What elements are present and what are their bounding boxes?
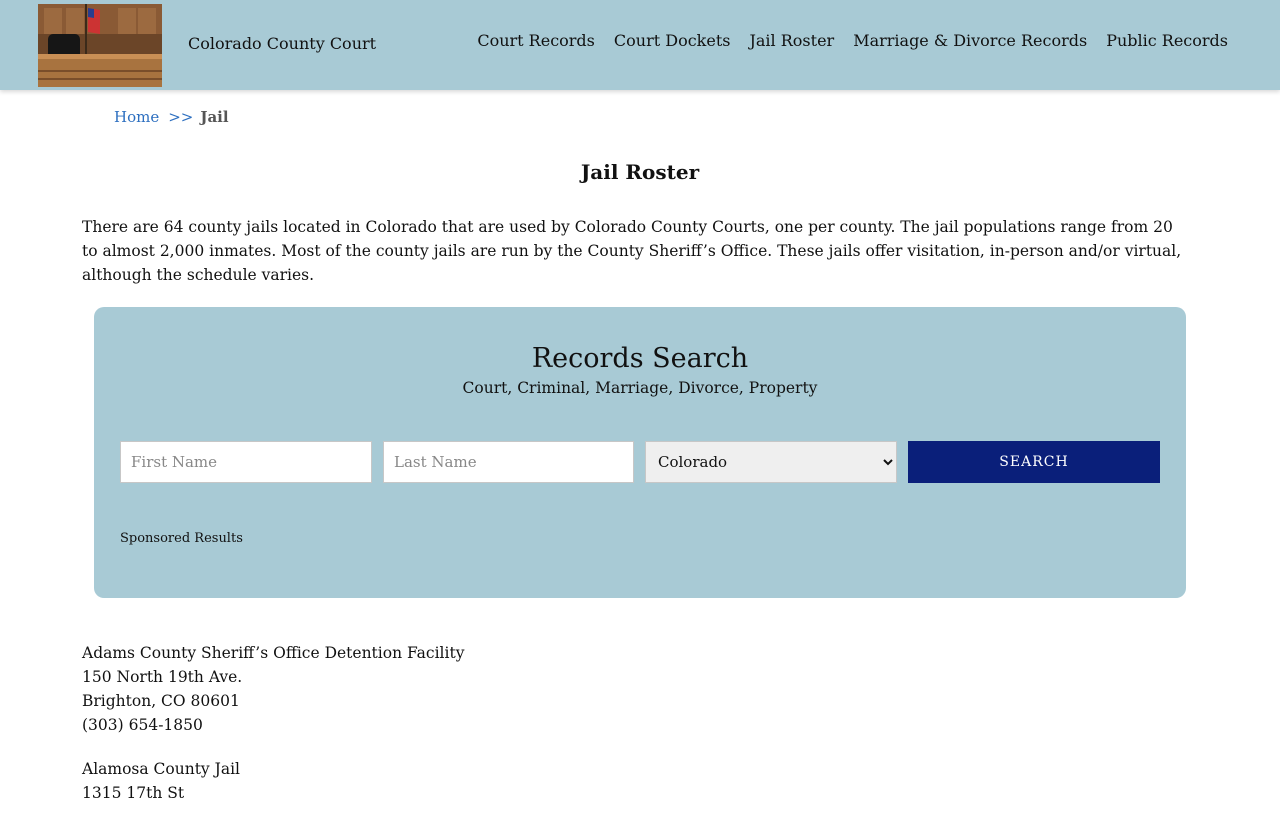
main-nav: Court Records Court Dockets Jail Roster … xyxy=(477,31,1228,50)
nav-court-records[interactable]: Court Records xyxy=(477,31,595,50)
jail-street: 150 North 19th Ave. xyxy=(82,668,243,686)
list-item: Alamosa County Jail 1315 17th St xyxy=(82,757,682,805)
intro-paragraph: There are 64 county jails located in Col… xyxy=(82,218,1182,284)
nav-public-records[interactable]: Public Records xyxy=(1106,31,1228,50)
jail-name: Adams County Sheriff’s Office Detention … xyxy=(82,644,465,662)
nav-court-dockets[interactable]: Court Dockets xyxy=(614,31,731,50)
search-subtitle: Court, Criminal, Marriage, Divorce, Prop… xyxy=(462,379,818,397)
courtroom-logo-image[interactable] xyxy=(38,4,162,87)
sponsored-results-label: Sponsored Results xyxy=(120,531,243,546)
search-button[interactable]: SEARCH xyxy=(908,441,1160,483)
state-select[interactable]: Colorado xyxy=(645,441,897,483)
jail-city: Brighton, CO 80601 xyxy=(82,692,240,710)
breadcrumb-separator: >> xyxy=(168,108,194,126)
breadcrumb-current: Jail xyxy=(200,108,229,126)
site-header: Colorado County Court Court Records Cour… xyxy=(0,0,1280,90)
page-title: Jail Roster xyxy=(580,160,700,184)
jail-listings: Adams County Sheriff’s Office Detention … xyxy=(82,641,682,825)
site-title[interactable]: Colorado County Court xyxy=(188,34,376,53)
jail-name: Alamosa County Jail xyxy=(82,760,240,778)
jail-phone: (303) 654-1850 xyxy=(82,716,203,734)
jail-street: 1315 17th St xyxy=(82,784,185,802)
records-search-panel: Records Search Court, Criminal, Marriage… xyxy=(94,307,1186,598)
last-name-input[interactable] xyxy=(383,441,634,483)
first-name-input[interactable] xyxy=(120,441,372,483)
search-title: Records Search xyxy=(531,343,749,374)
list-item: Adams County Sheriff’s Office Detention … xyxy=(82,641,682,737)
nav-jail-roster[interactable]: Jail Roster xyxy=(749,31,834,50)
breadcrumb: Home >> Jail xyxy=(114,108,229,126)
breadcrumb-home-link[interactable]: Home xyxy=(114,108,159,126)
nav-marriage-divorce-records[interactable]: Marriage & Divorce Records xyxy=(853,31,1087,50)
